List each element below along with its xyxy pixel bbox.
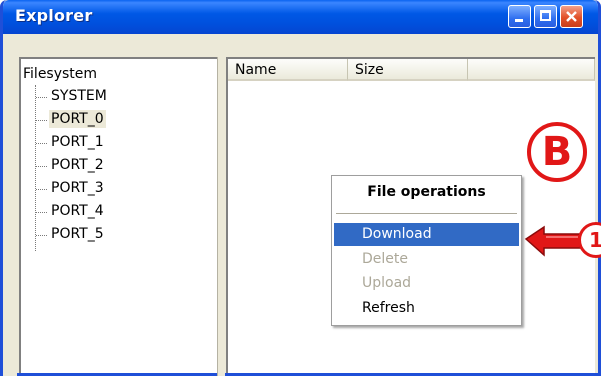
tree-root-filesystem[interactable]: Filesystem xyxy=(23,66,97,82)
close-icon xyxy=(566,11,577,22)
tree-connector xyxy=(36,97,47,98)
tree-item-port-4[interactable]: PORT_4 xyxy=(49,202,106,220)
tree-item-port-0[interactable]: PORT_0 xyxy=(49,110,106,128)
tree-item-port-2[interactable]: PORT_2 xyxy=(49,156,106,174)
tree-connector xyxy=(36,143,47,144)
annotation-marker-b: B xyxy=(527,122,587,182)
maximize-button[interactable] xyxy=(534,5,557,28)
file-operations-menu: File operations Download Delete Upload R… xyxy=(331,175,522,326)
minimize-icon xyxy=(515,19,523,22)
menu-separator xyxy=(336,213,517,214)
menu-item-delete: Delete xyxy=(362,251,408,267)
title-bar[interactable]: Explorer xyxy=(3,0,598,34)
close-button[interactable] xyxy=(560,5,583,28)
menu-item-upload: Upload xyxy=(362,275,412,291)
menu-title: File operations xyxy=(367,184,486,200)
filesystem-tree[interactable]: Filesystem SYSTEM PORT_0 PORT_1 PORT_2 P… xyxy=(19,57,218,373)
window-frame-left xyxy=(3,57,17,376)
column-header-name[interactable]: Name xyxy=(228,59,348,81)
tree-connector xyxy=(36,120,47,121)
menu-item-download[interactable]: Download xyxy=(334,223,519,246)
tree-connector-line xyxy=(35,85,36,251)
tree-item-system[interactable]: SYSTEM xyxy=(49,87,109,105)
tree-connector xyxy=(36,166,47,167)
pane-splitter[interactable] xyxy=(217,57,225,376)
tree-item-port-5[interactable]: PORT_5 xyxy=(49,225,106,243)
column-header-filler xyxy=(468,59,595,81)
column-header-size[interactable]: Size xyxy=(348,59,468,81)
tree-connector xyxy=(36,189,47,190)
menu-item-refresh[interactable]: Refresh xyxy=(334,297,519,320)
maximize-icon xyxy=(540,10,551,21)
tree-connector xyxy=(36,235,47,236)
tree-item-port-3[interactable]: PORT_3 xyxy=(49,179,106,197)
tree-connector xyxy=(36,212,47,213)
minimize-button[interactable] xyxy=(508,5,531,28)
window-title: Explorer xyxy=(15,6,93,25)
tree-item-port-1[interactable]: PORT_1 xyxy=(49,133,106,151)
